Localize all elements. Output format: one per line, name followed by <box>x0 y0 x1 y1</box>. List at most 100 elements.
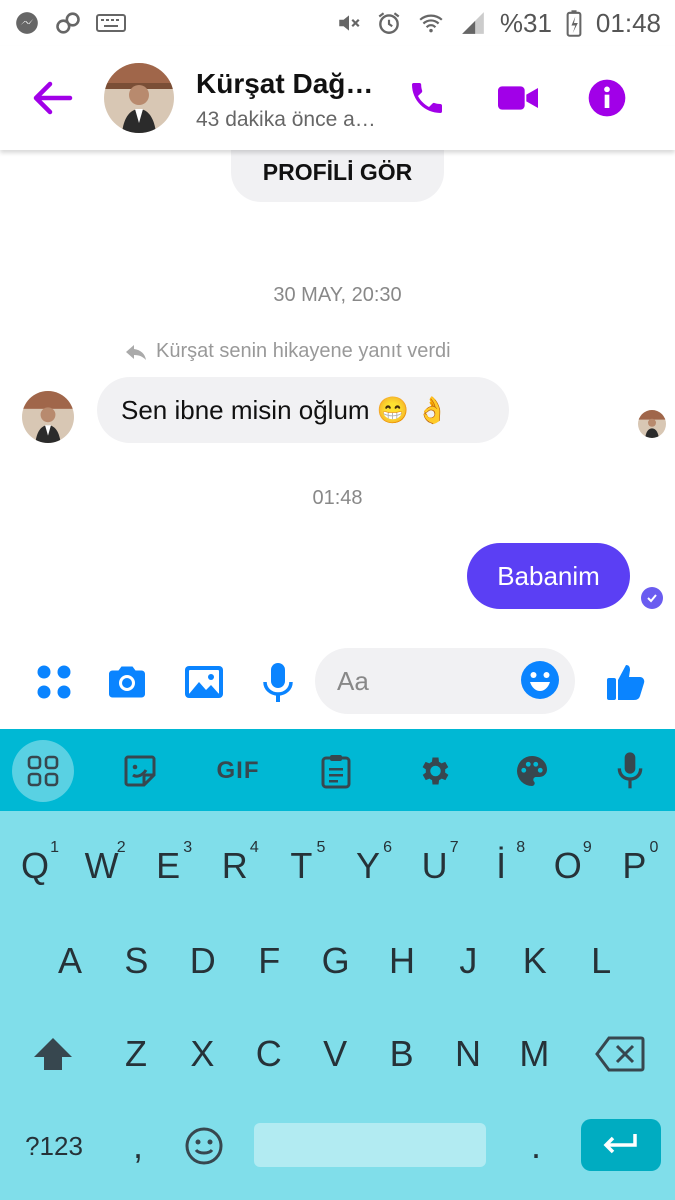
symbols-key[interactable]: ?123 <box>14 1101 94 1191</box>
key-number-hint: 9 <box>582 839 592 856</box>
status-right: %31 01:48 <box>336 8 661 39</box>
key-number-hint: 1 <box>50 839 59 856</box>
camera-icon[interactable] <box>105 660 149 704</box>
key-y[interactable]: Y6 <box>336 821 400 911</box>
date-separator: 30 MAY, 20:30 <box>273 284 402 306</box>
reply-note-text: Kürşat senin hikayene yanıt verdi <box>156 340 451 362</box>
key-k[interactable]: K <box>503 916 567 1006</box>
key-number-hint: 0 <box>649 839 659 856</box>
contact-avatar[interactable] <box>104 63 174 133</box>
key-o[interactable]: O9 <box>536 821 600 911</box>
link-icon <box>56 12 80 34</box>
story-reply-note: Kürşat senin hikayene yanıt verdi <box>124 340 451 363</box>
comma-key[interactable]: , <box>106 1101 170 1191</box>
period-key[interactable]: . <box>504 1101 568 1191</box>
key-w[interactable]: W2 <box>70 821 134 911</box>
keyboard-toolbar: GIF <box>0 729 675 811</box>
key-letter: P <box>622 845 647 886</box>
key-e[interactable]: E3 <box>136 821 200 911</box>
key-letter: Y <box>355 845 380 886</box>
key-letter: R <box>221 845 248 886</box>
clipboard-icon[interactable] <box>306 741 366 801</box>
contact-status: 43 dakika önce a… <box>196 108 376 131</box>
key-g[interactable]: G <box>304 916 368 1006</box>
sender-photo-icon <box>22 391 74 443</box>
messenger-screen: %31 01:48 Kürşat Dağa… 43 dakika önce a…… <box>0 0 675 1200</box>
sticker-icon[interactable] <box>110 741 170 801</box>
key-letter: E <box>156 845 181 886</box>
key-x[interactable]: X <box>170 1009 234 1099</box>
key-u[interactable]: U7 <box>403 821 467 911</box>
key-b[interactable]: B <box>370 1009 434 1099</box>
key-number-hint: 7 <box>449 839 459 856</box>
voice-input-icon[interactable] <box>600 741 660 801</box>
key-t[interactable]: T5 <box>269 821 333 911</box>
video-call-icon[interactable] <box>495 78 541 118</box>
wifi-icon <box>419 14 443 33</box>
shift-key[interactable] <box>18 1009 88 1099</box>
key-i̇[interactable]: İ8 <box>469 821 533 911</box>
key-l[interactable]: L <box>569 916 633 1006</box>
more-actions-icon[interactable] <box>32 660 76 704</box>
gif-button[interactable]: GIF <box>208 741 268 801</box>
settings-gear-icon[interactable] <box>404 741 464 801</box>
key-a[interactable]: A <box>38 916 102 1006</box>
key-letter: O <box>553 845 582 886</box>
thumbs-up-icon[interactable] <box>604 660 648 704</box>
keyboard: Q1W2E3R4T5Y6U7İ8O9P0 ASDFGHJKL ZXCVBNM ?… <box>0 811 675 1200</box>
enter-key[interactable] <box>581 1119 661 1171</box>
battery-charging-icon <box>566 10 582 37</box>
key-h[interactable]: H <box>370 916 434 1006</box>
key-z[interactable]: Z <box>104 1009 168 1099</box>
messenger-notification-icon <box>16 12 38 34</box>
view-profile-button[interactable]: PROFİLİ GÖR <box>231 142 444 202</box>
key-d[interactable]: D <box>171 916 235 1006</box>
alarm-icon <box>378 12 400 34</box>
keyboard-apps-icon[interactable] <box>12 740 74 802</box>
battery-percent: %31 <box>499 7 552 38</box>
key-f[interactable]: F <box>237 916 301 1006</box>
phone-call-icon[interactable] <box>407 78 447 118</box>
mute-icon <box>339 15 360 31</box>
space-bar[interactable] <box>254 1123 486 1167</box>
emoji-key[interactable] <box>172 1101 236 1191</box>
time-separator: 01:48 <box>312 487 363 509</box>
key-number-hint: 4 <box>249 839 259 856</box>
status-bar: %31 01:48 <box>0 0 675 46</box>
signal-icon <box>462 12 484 34</box>
seen-photo-icon <box>638 410 666 438</box>
key-m[interactable]: M <box>502 1009 566 1099</box>
key-s[interactable]: S <box>104 916 168 1006</box>
key-number-hint: 2 <box>116 839 126 856</box>
back-arrow-icon[interactable] <box>30 78 74 118</box>
key-number-hint: 6 <box>383 839 392 856</box>
seen-indicator-avatar <box>638 410 666 438</box>
key-q[interactable]: Q1 <box>3 821 67 911</box>
status-time: 01:48 <box>595 7 661 38</box>
key-letter: T <box>290 845 313 886</box>
contact-photo-icon <box>104 63 174 133</box>
outgoing-message-bubble[interactable]: Babanim <box>467 543 630 609</box>
emoji-icon[interactable] <box>520 660 560 700</box>
status-left <box>14 9 126 37</box>
key-letter: W <box>84 845 119 886</box>
conversation-header: Kürşat Dağa… 43 dakika önce a… <box>0 46 675 150</box>
microphone-icon[interactable] <box>256 660 300 704</box>
key-number-hint: 3 <box>183 839 193 856</box>
sender-avatar[interactable] <box>22 391 74 443</box>
gallery-icon[interactable] <box>182 660 226 704</box>
key-letter: U <box>421 845 448 886</box>
key-j[interactable]: J <box>436 916 500 1006</box>
backspace-key[interactable] <box>590 1009 650 1099</box>
reply-icon <box>126 344 146 360</box>
key-r[interactable]: R4 <box>203 821 267 911</box>
theme-palette-icon[interactable] <box>502 741 562 801</box>
key-v[interactable]: V <box>303 1009 367 1099</box>
incoming-message-bubble[interactable]: Sen ibne misin oğlum 😁 👌 <box>97 377 509 443</box>
info-icon[interactable] <box>587 78 627 118</box>
key-n[interactable]: N <box>436 1009 500 1099</box>
delivered-check-icon <box>641 587 663 609</box>
key-c[interactable]: C <box>237 1009 301 1099</box>
key-p[interactable]: P0 <box>602 821 666 911</box>
key-letter: İ <box>496 845 507 886</box>
